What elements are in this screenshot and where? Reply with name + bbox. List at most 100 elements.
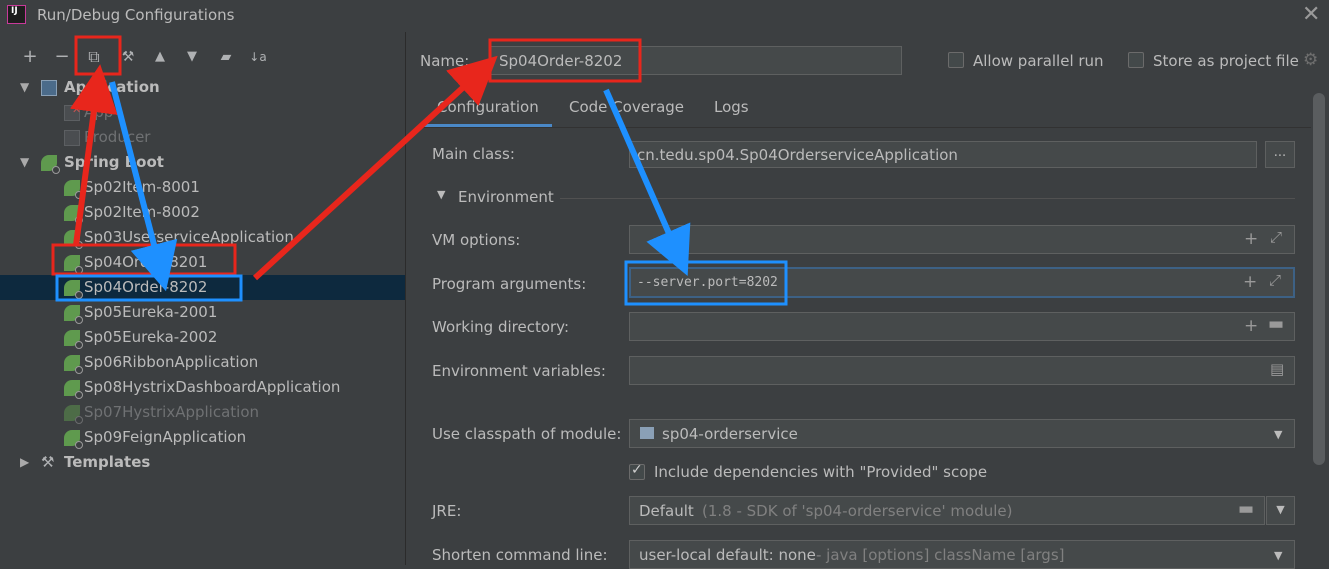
working-directory-label: Working directory: <box>432 318 570 336</box>
expand-icon[interactable]: ⤢ <box>1270 228 1282 246</box>
include-dependencies-label: Include dependencies with "Provided" sco… <box>654 463 988 481</box>
copy-configuration-button[interactable]: ⧉ <box>83 46 105 68</box>
remove-configuration-button[interactable]: − <box>51 46 73 68</box>
wrench-icon: ⚒ <box>41 453 55 471</box>
configuration-panel <box>405 32 1329 565</box>
vm-options-input[interactable]: + ⤢ <box>629 225 1295 254</box>
new-folder-button[interactable]: ▰ <box>215 46 237 68</box>
tree-item-app[interactable]: ✕ App <box>0 100 405 125</box>
tree-item-sp06ribbon[interactable]: Sp06RibbonApplication <box>0 350 405 375</box>
tree-item-sp04order-8202[interactable]: Sp04Order-8202 <box>0 275 405 300</box>
gear-icon[interactable]: ⚙ <box>1303 50 1318 70</box>
tree-item-label: Sp05Eureka-2001 <box>84 303 218 321</box>
program-arguments-input[interactable]: --server.port=8202 + ⤢ <box>629 267 1295 298</box>
classpath-module-label: Use classpath of module: <box>432 425 622 443</box>
name-input[interactable]: Sp04Order-8202 <box>489 46 902 75</box>
allow-parallel-run-label: Allow parallel run <box>973 52 1104 70</box>
working-directory-input[interactable]: + ▬ <box>629 312 1295 341</box>
spring-boot-icon <box>64 305 83 324</box>
sort-button[interactable]: ↓a <box>247 46 269 68</box>
expand-arrow-icon[interactable]: ▼ <box>20 75 29 100</box>
plus-icon[interactable]: + <box>1243 272 1257 292</box>
tab-code-coverage[interactable]: Code Coverage <box>569 98 684 116</box>
collapse-arrow-icon[interactable]: ▶ <box>20 450 29 475</box>
tree-item-sp04order-8201[interactable]: Sp04Order-8201 <box>0 250 405 275</box>
tree-item-label: Sp02Item-8002 <box>84 203 200 221</box>
tree-group-application[interactable]: ▼ Application <box>0 75 405 100</box>
jre-dropdown-button[interactable]: ▼ <box>1266 496 1295 525</box>
environment-section-label[interactable]: Environment <box>458 188 554 206</box>
scrollbar[interactable] <box>1313 93 1325 465</box>
window-title: Run/Debug Configurations <box>37 6 235 24</box>
tree-item-label: Sp04Order-8201 <box>84 253 208 271</box>
tree-item-label: Sp09FeignApplication <box>84 428 247 446</box>
tab-separator <box>421 127 1311 128</box>
spring-boot-icon <box>64 255 83 274</box>
tab-logs[interactable]: Logs <box>714 98 749 116</box>
section-divider <box>560 198 1295 199</box>
jre-value: Default <box>639 502 694 520</box>
move-up-button[interactable]: ▲ <box>149 46 171 68</box>
tree-item-sp09feign[interactable]: Sp09FeignApplication <box>0 425 405 450</box>
move-down-button[interactable]: ▼ <box>181 46 203 68</box>
environment-variables-label: Environment variables: <box>432 362 606 380</box>
tree-item-label: Sp03UserserviceApplication <box>84 228 294 246</box>
tab-configuration[interactable]: Configuration <box>437 98 539 116</box>
folder-icon[interactable]: ▬ <box>1238 499 1254 519</box>
classpath-module-value: sp04-orderservice <box>662 425 798 443</box>
shorten-detail: - java [options] className [args] <box>816 546 1065 564</box>
include-dependencies-checkbox[interactable] <box>629 462 645 480</box>
spring-boot-icon <box>64 380 83 399</box>
tree-item-producer[interactable]: Producer <box>0 125 405 150</box>
store-as-project-file-checkbox[interactable] <box>1128 52 1144 68</box>
tree-item-sp03userservice[interactable]: Sp03UserserviceApplication <box>0 225 405 250</box>
folder-icon[interactable]: ▬ <box>1268 314 1284 334</box>
spring-boot-icon <box>64 180 83 199</box>
plus-icon[interactable]: + <box>1244 229 1258 249</box>
tree-group-templates[interactable]: ▶ ⚒ Templates <box>0 450 405 475</box>
tree-item-label: Sp08HystrixDashboardApplication <box>84 378 341 396</box>
tree-group-label: Templates <box>64 453 151 471</box>
jre-detail: (1.8 - SDK of 'sp04-orderservice' module… <box>702 502 1013 520</box>
main-class-input[interactable]: cn.tedu.sp04.Sp04OrderserviceApplication <box>629 141 1257 168</box>
collapse-arrow-icon[interactable]: ▼ <box>437 188 445 201</box>
folder-icon: ▰ <box>220 49 232 65</box>
browse-main-class-button[interactable]: ... <box>1265 141 1295 168</box>
shorten-value: user-local default: none <box>639 546 816 564</box>
tree-group-spring-boot[interactable]: ▼ Spring Boot <box>0 150 405 175</box>
classpath-module-select[interactable]: sp04-orderservice ▼ <box>629 419 1295 448</box>
wrench-icon: ⚒ <box>121 49 135 65</box>
shorten-command-line-label: Shorten command line: <box>432 546 608 564</box>
tree-item-sp05eureka-2002[interactable]: Sp05Eureka-2002 <box>0 325 405 350</box>
spring-boot-icon <box>64 230 83 249</box>
allow-parallel-run-checkbox[interactable] <box>948 52 964 68</box>
title-bar: Run/Debug Configurations ✕ <box>0 0 1329 32</box>
edit-defaults-button[interactable]: ⚒ <box>117 46 139 68</box>
spring-boot-icon <box>64 405 83 424</box>
environment-variables-input[interactable]: ▤ <box>629 356 1295 385</box>
tree-group-label: Spring Boot <box>64 153 164 171</box>
tree-item-label: Sp02Item-8001 <box>84 178 200 196</box>
spring-boot-icon <box>41 155 60 174</box>
expand-arrow-icon[interactable]: ▼ <box>20 150 29 175</box>
close-icon[interactable]: ✕ <box>1302 2 1320 27</box>
tree-item-label: App <box>84 103 114 121</box>
vm-options-label: VM options: <box>432 231 521 249</box>
chevron-down-icon[interactable]: ▼ <box>1274 549 1282 562</box>
chevron-down-icon: ▼ <box>1276 503 1285 516</box>
expand-icon[interactable]: ⤢ <box>1269 271 1281 289</box>
spring-boot-icon <box>64 355 83 374</box>
tree-item-sp02item-8001[interactable]: Sp02Item-8001 <box>0 175 405 200</box>
spring-boot-icon <box>64 280 83 299</box>
spring-boot-icon <box>64 330 83 349</box>
add-configuration-button[interactable]: + <box>19 46 41 68</box>
tree-item-sp02item-8002[interactable]: Sp02Item-8002 <box>0 200 405 225</box>
tree-item-sp08hystrixdashboard[interactable]: Sp08HystrixDashboardApplication <box>0 375 405 400</box>
tree-item-sp07hystrix[interactable]: Sp07HystrixApplication <box>0 400 405 425</box>
plus-icon[interactable]: + <box>1244 316 1258 336</box>
jre-input[interactable]: Default (1.8 - SDK of 'sp04-orderservice… <box>629 496 1265 525</box>
chevron-down-icon[interactable]: ▼ <box>1274 428 1282 441</box>
tree-item-sp05eureka-2001[interactable]: Sp05Eureka-2001 <box>0 300 405 325</box>
application-icon <box>64 130 80 146</box>
document-icon[interactable]: ▤ <box>1270 360 1284 378</box>
